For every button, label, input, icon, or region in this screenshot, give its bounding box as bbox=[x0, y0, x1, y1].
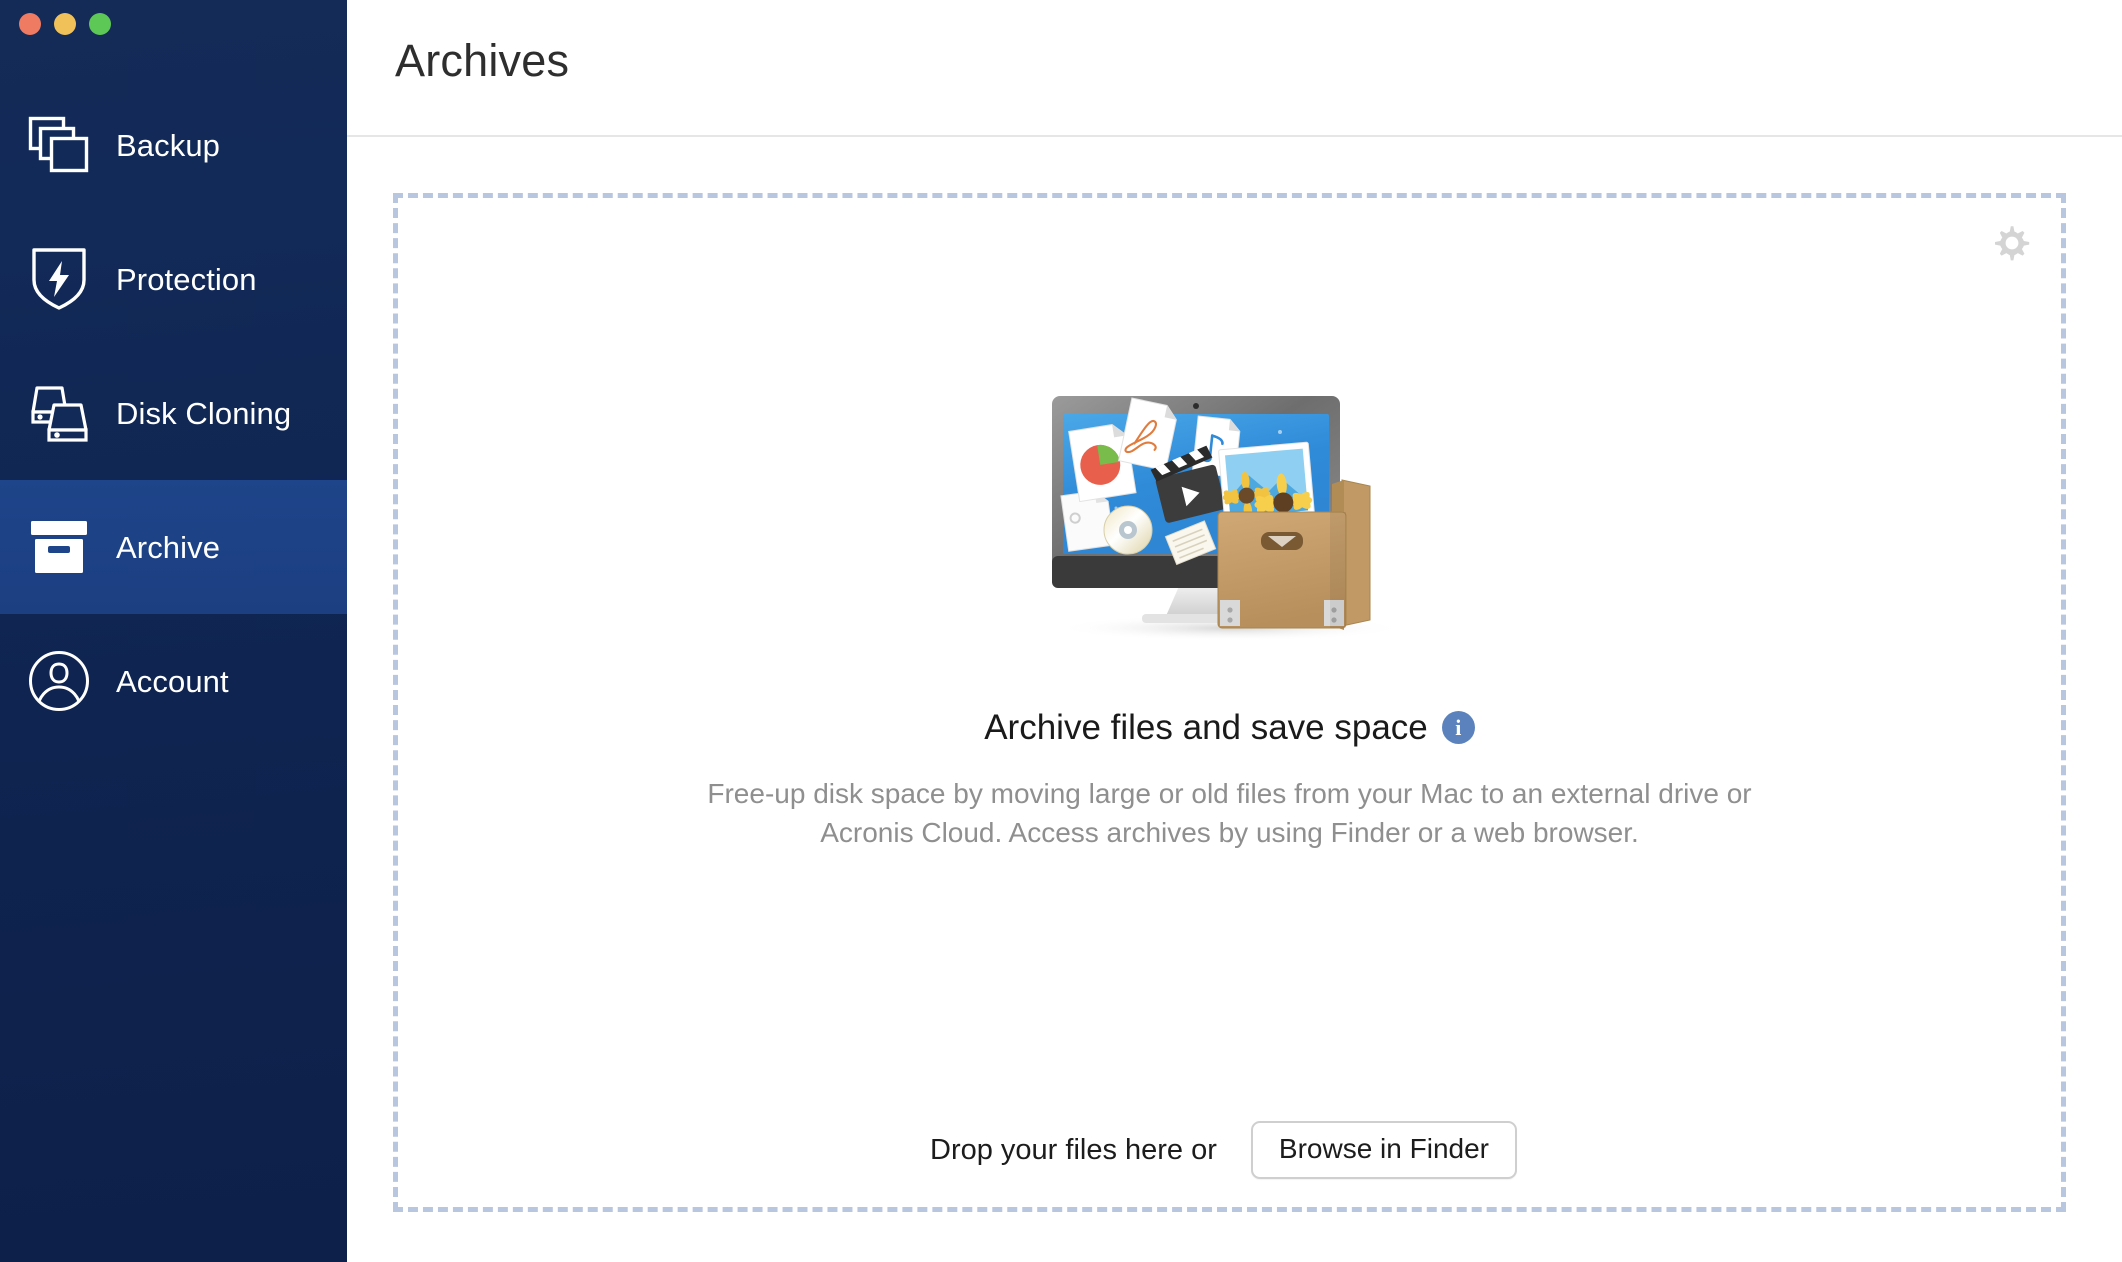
user-circle-icon bbox=[22, 644, 96, 718]
sidebar: Backup Protection Disk Cloning Archive A… bbox=[0, 0, 347, 1262]
sidebar-nav: Backup Protection Disk Cloning Archive A… bbox=[0, 78, 347, 748]
window-controls bbox=[19, 13, 111, 35]
archive-dropzone[interactable]: Archive files and save space i Free-up d… bbox=[393, 193, 2066, 1212]
gear-icon[interactable] bbox=[1989, 220, 2035, 266]
sidebar-item-disk-cloning[interactable]: Disk Cloning bbox=[0, 346, 347, 480]
drop-files-row: Drop your files here or Browse in Finder bbox=[398, 1121, 2061, 1179]
headline-text: Archive files and save space bbox=[984, 708, 1428, 747]
sidebar-item-label: Protection bbox=[116, 261, 257, 297]
shield-bolt-icon bbox=[22, 242, 96, 316]
page-header: Archives bbox=[347, 0, 2122, 137]
close-window-button[interactable] bbox=[19, 13, 41, 35]
sidebar-item-protection[interactable]: Protection bbox=[0, 212, 347, 346]
archive-box-icon bbox=[22, 510, 96, 584]
main-content: Archives Archive files and save space i … bbox=[347, 0, 2122, 1262]
stacked-squares-icon bbox=[22, 108, 96, 182]
browse-in-finder-button[interactable]: Browse in Finder bbox=[1250, 1121, 1517, 1179]
sidebar-item-label: Disk Cloning bbox=[116, 395, 292, 431]
archives-body: Archive files and save space i Free-up d… bbox=[347, 137, 2122, 1262]
sidebar-item-account[interactable]: Account bbox=[0, 614, 347, 748]
drop-row-spacer bbox=[1539, 1145, 1549, 1155]
page-title: Archives bbox=[395, 35, 570, 86]
sidebar-item-label: Backup bbox=[116, 127, 220, 163]
info-icon[interactable]: i bbox=[1441, 711, 1475, 744]
empty-state-headline: Archive files and save space i bbox=[984, 710, 1475, 745]
sidebar-item-label: Account bbox=[116, 663, 229, 699]
archive-illustration bbox=[1030, 388, 1430, 656]
empty-state: Archive files and save space i Free-up d… bbox=[398, 388, 2061, 852]
sidebar-item-backup[interactable]: Backup bbox=[0, 78, 347, 212]
sidebar-item-label: Archive bbox=[116, 529, 221, 565]
application-window: Backup Protection Disk Cloning Archive A… bbox=[0, 0, 2122, 1262]
minimize-window-button[interactable] bbox=[54, 13, 76, 35]
drop-files-label: Drop your files here or bbox=[910, 1129, 1229, 1171]
empty-state-description: Free-up disk space by moving large or ol… bbox=[707, 778, 1752, 848]
disk-drives-icon bbox=[22, 376, 96, 450]
sidebar-item-archive[interactable]: Archive bbox=[0, 480, 347, 614]
maximize-window-button[interactable] bbox=[89, 13, 111, 35]
